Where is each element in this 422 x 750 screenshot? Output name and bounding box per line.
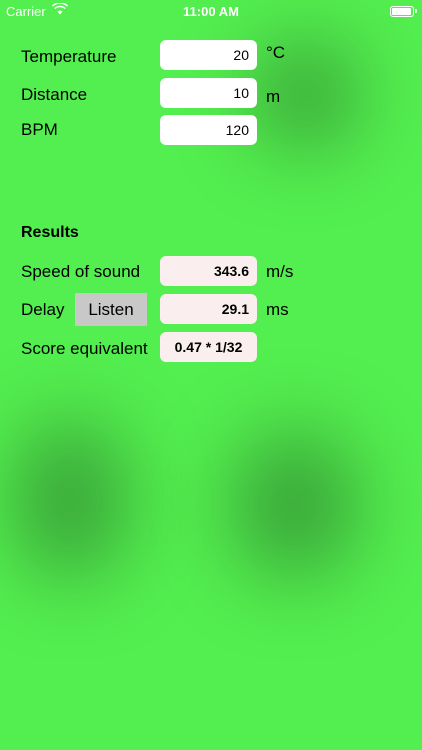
results-heading: Results (21, 224, 79, 241)
status-bar: Carrier 11:00 AM (0, 0, 422, 24)
delay-value: 29.1 (160, 294, 257, 324)
delay-label: Delay (21, 300, 65, 319)
bpm-label: BPM (21, 120, 58, 139)
temperature-label: Temperature (21, 47, 117, 66)
distance-label: Distance (21, 85, 88, 104)
speed-of-sound-value: 343.6 (160, 256, 257, 286)
distance-input[interactable] (160, 78, 257, 108)
delay-unit: ms (266, 300, 289, 319)
temperature-input[interactable] (160, 40, 257, 70)
background-blur (230, 430, 360, 580)
listen-button[interactable]: Listen (75, 293, 147, 326)
temperature-unit: °C (266, 43, 286, 62)
distance-unit: m (266, 87, 281, 106)
speed-of-sound-unit: m/s (266, 262, 294, 281)
background-blur (10, 420, 130, 580)
bpm-input[interactable] (160, 115, 257, 145)
score-equivalent-label: Score equivalent (21, 339, 148, 358)
battery-icon (390, 6, 417, 17)
clock: 11:00 AM (183, 4, 239, 19)
speed-of-sound-label: Speed of sound (21, 262, 141, 281)
score-equivalent-value: 0.47 * 1/32 (160, 332, 257, 362)
